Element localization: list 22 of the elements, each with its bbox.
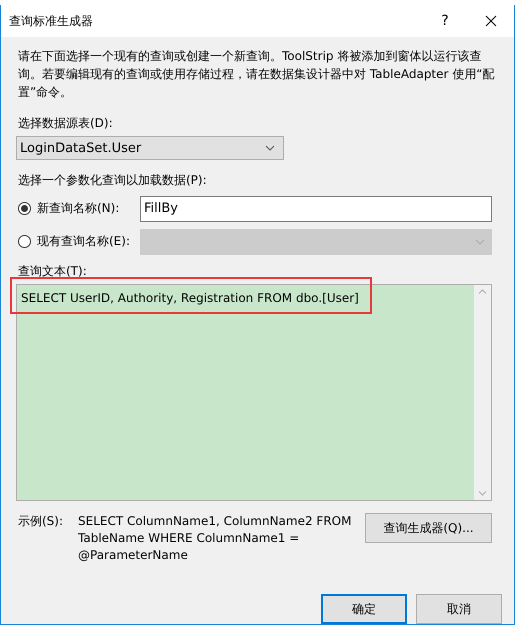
chevron-down-icon[interactable] <box>478 491 487 496</box>
dialog-button[interactable]: 确定 <box>321 594 407 624</box>
query-text-label: 查询文本(T): <box>18 263 88 280</box>
chevron-down-icon <box>475 238 485 244</box>
chevron-up-icon[interactable] <box>478 289 487 294</box>
query-name-field[interactable]: FillBy <box>140 196 492 222</box>
scrollbar[interactable] <box>474 285 491 500</box>
example-text: SELECT ColumnName1, ColumnName2 FROM TableName WHERE ColumnName1 = @ParameterName <box>78 513 352 564</box>
query-text-field[interactable]: SELECT UserID, Authority, Registration FROM dbo.[User] <box>16 284 492 501</box>
dialog-button[interactable]: 取消 <box>416 594 502 624</box>
query-builder-button[interactable]: 查询生成器(Q)... <box>365 513 492 543</box>
close-icon <box>485 15 497 27</box>
radio-button[interactable]: 新查询名称(N): <box>18 200 140 217</box>
chevron-down-icon <box>265 145 275 151</box>
instructions-text: 请在下面选择一个现有的查询或创建一个新查询。ToolStrip 将被添加到窗体以运行该查询。若要编辑现有的查询或使用存储过程，请在数据集设计器中对 TableAdapter 使用“配置”命令。 <box>18 48 496 101</box>
example-label: 示例(S): <box>18 513 64 530</box>
radio-circle[interactable] <box>18 202 31 215</box>
data-source-label: 选择数据源表(D): <box>18 115 114 132</box>
query-choice-label: 选择一个参数化查询以加载数据(P): <box>18 172 208 189</box>
data-source-dropdown[interactable]: LoginDataSet.User <box>16 136 284 160</box>
window-title: 查询标准生成器 <box>9 12 94 30</box>
help-button[interactable]: ? <box>422 5 468 37</box>
